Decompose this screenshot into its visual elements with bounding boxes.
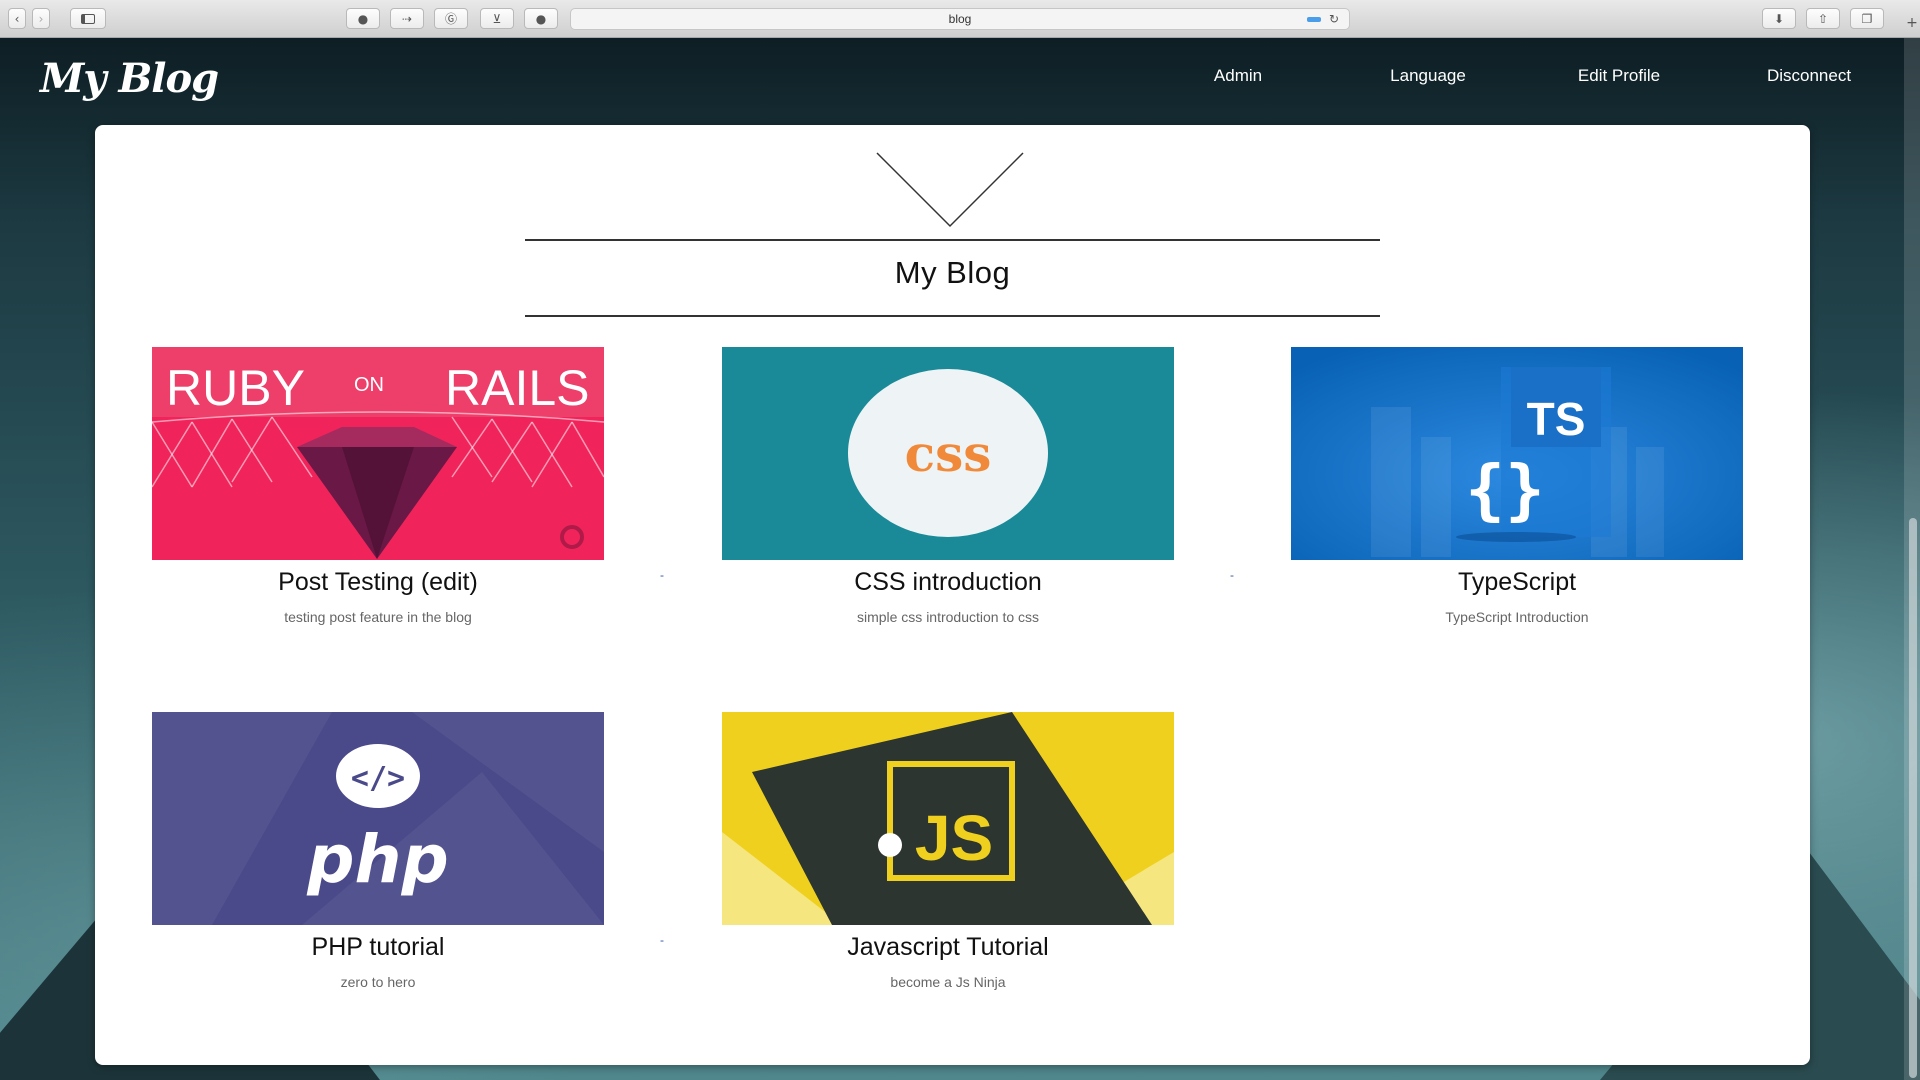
bulb-icon: ●	[535, 11, 547, 26]
address-bar[interactable]: blog ↻	[570, 8, 1350, 30]
url-text: blog	[948, 12, 972, 26]
scrollbar-thumb[interactable]	[1909, 518, 1917, 1078]
post-thumbnail[interactable]: RUBY ON RAILS	[152, 347, 604, 560]
extension-button-2[interactable]: ⇢	[390, 8, 424, 29]
card-separator: -	[660, 568, 664, 582]
post-card[interactable]: css CSS introduction simple css introduc…	[722, 347, 1174, 625]
sidebar-toggle-button[interactable]	[70, 8, 106, 29]
filter-icon: ⊻	[492, 11, 502, 26]
post-card[interactable]: RUBY ON RAILS Post Testing (edit) testin…	[152, 347, 604, 625]
php-logo-text: php	[306, 821, 448, 898]
g-circle-icon: Ⓖ	[444, 12, 457, 26]
page-title: My Blog	[894, 255, 1011, 290]
post-title[interactable]: Post Testing (edit)	[152, 568, 604, 597]
new-tab-icon[interactable]: +	[1904, 15, 1920, 31]
post-description: testing post feature in the blog	[284, 609, 472, 625]
post-description: zero to hero	[340, 974, 416, 990]
rails-text: RAILS	[445, 360, 590, 416]
nav-edit-profile[interactable]: Edit Profile	[1578, 66, 1660, 86]
post-title[interactable]: Javascript Tutorial	[722, 933, 1174, 962]
browser-toolbar: ‹ › ● ⇢ Ⓖ ⊻ ● blog ↻ ⬇ ⇧ ❐ +	[0, 0, 1920, 38]
post-title[interactable]: CSS introduction	[722, 568, 1174, 597]
card-separator: -	[1230, 568, 1234, 582]
nav-disconnect[interactable]: Disconnect	[1767, 66, 1851, 86]
github-extension-button[interactable]: ●	[346, 8, 380, 29]
main-content-card: My Blog RUBY ON RAILS Post Testing (edit…	[95, 125, 1810, 1065]
card-separator: -	[660, 933, 664, 947]
github-icon: ●	[357, 11, 369, 26]
post-card[interactable]: TS {} TypeScript TypeScript Introduction	[1291, 347, 1743, 625]
css-logo-text: css	[905, 424, 992, 483]
ts-logo-text: TS	[1527, 393, 1586, 445]
post-title[interactable]: PHP tutorial	[152, 933, 604, 962]
reload-icon[interactable]: ↻	[1329, 9, 1339, 29]
sidebar-icon	[81, 13, 95, 24]
share-button[interactable]: ⇧	[1806, 8, 1840, 29]
title-rule-bottom	[525, 315, 1380, 317]
js-logo-text: JS	[915, 802, 993, 874]
post-thumbnail[interactable]: JS	[722, 712, 1174, 925]
extension-button-4[interactable]: ⊻	[480, 8, 514, 29]
on-text: ON	[354, 374, 384, 396]
tabs-icon: ❐	[1861, 11, 1873, 26]
main-nav: Admin Language Edit Profile Disconnect	[0, 66, 1920, 90]
forward-button[interactable]: ›	[32, 8, 50, 29]
post-description: simple css introduction to css	[856, 609, 1040, 625]
post-thumbnail[interactable]: css	[722, 347, 1174, 560]
post-card[interactable]: JS Javascript Tutorial become a Js Ninja	[722, 712, 1174, 990]
downloads-button[interactable]: ⬇	[1762, 8, 1796, 29]
chevron-down-icon	[876, 152, 1024, 228]
post-thumbnail[interactable]: TS {}	[1291, 347, 1743, 560]
arrow-icon: ⇢	[401, 11, 413, 26]
post-thumbnail[interactable]: </> php	[152, 712, 604, 925]
page-scrollbar[interactable]	[1904, 38, 1920, 1080]
loading-indicator	[1307, 17, 1321, 22]
braces-logo-text: {}	[1465, 451, 1544, 528]
nav-admin[interactable]: Admin	[1214, 66, 1262, 86]
back-button[interactable]: ‹	[8, 8, 26, 29]
tabs-overview-button[interactable]: ❐	[1850, 8, 1884, 29]
ruby-text: RUBY	[166, 360, 305, 416]
post-title[interactable]: TypeScript	[1291, 568, 1743, 597]
grammarly-extension-button[interactable]: Ⓖ	[434, 8, 468, 29]
title-rule-top	[525, 239, 1380, 241]
extension-button-5[interactable]: ●	[524, 8, 558, 29]
post-description: become a Js Ninja	[890, 974, 1006, 990]
nav-language[interactable]: Language	[1390, 66, 1466, 86]
share-icon: ⇧	[1817, 11, 1829, 26]
post-card[interactable]: </> php PHP tutorial zero to hero	[152, 712, 604, 990]
download-icon: ⬇	[1773, 11, 1785, 26]
code-tag-icon: </>	[351, 761, 405, 796]
post-description: TypeScript Introduction	[1445, 609, 1589, 625]
